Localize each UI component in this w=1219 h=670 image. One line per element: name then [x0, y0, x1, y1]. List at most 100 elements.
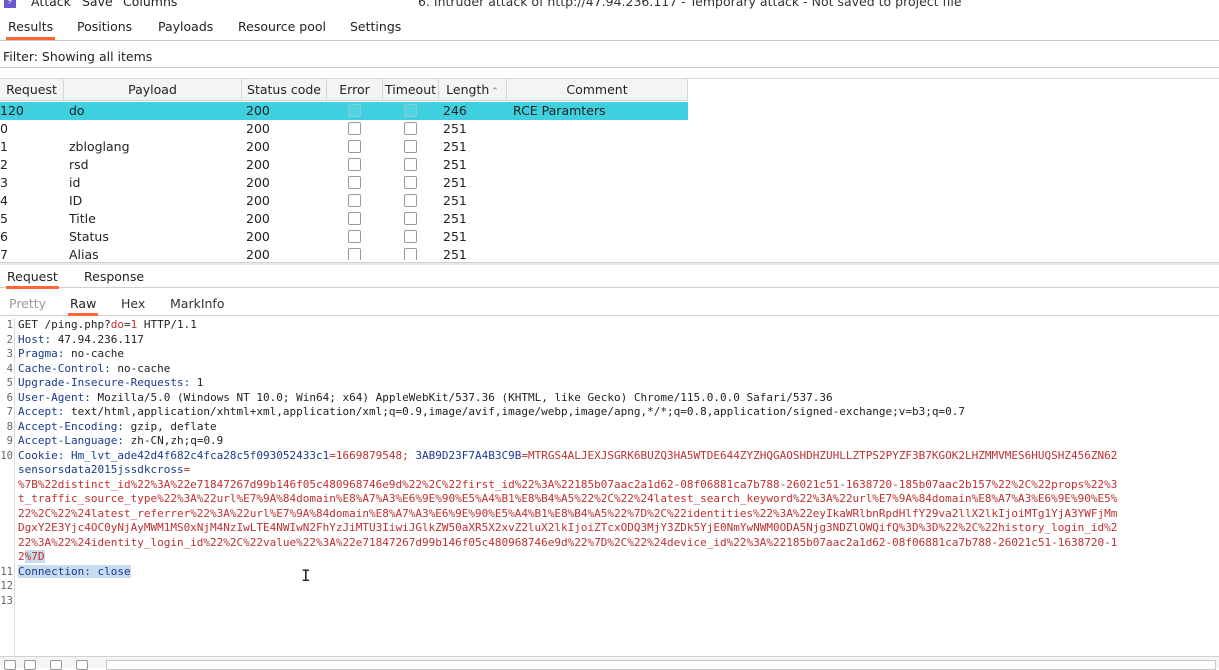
header-pragma[interactable]: Pragma: no-cache — [18, 347, 124, 362]
menu-save[interactable]: Save — [82, 0, 113, 9]
cell-length: 251 — [443, 247, 467, 260]
tab-payloads[interactable]: Payloads — [156, 19, 215, 34]
cookie-value: =1669879548; — [329, 448, 416, 462]
cell-payload: zbloglang — [69, 139, 130, 154]
tab-resource-pool[interactable]: Resource pool — [236, 19, 328, 34]
cookie-wrap-line[interactable]: %7B%22distinct_id%22%3A%22e71847267d99b1… — [18, 478, 1117, 493]
table-row[interactable]: 5 Title 200 251 — [0, 210, 688, 228]
header-connection[interactable]: Connection: close — [18, 564, 131, 580]
cell-request: 6 — [0, 229, 8, 244]
table-row[interactable]: 4 ID 200 251 — [0, 192, 688, 210]
next-arrow-icon[interactable] — [76, 660, 88, 670]
cookie-name: sensorsdata2015jssdkcross — [18, 463, 184, 476]
request-response-tabs: Request Response — [0, 266, 1219, 289]
header-host[interactable]: Host: 47.94.236.117 — [18, 333, 144, 348]
cookie-wrap-line[interactable]: 2%7D — [18, 550, 45, 565]
main-tabs: Results Positions Payloads Resource pool… — [0, 15, 1219, 41]
line-number: 1 — [6, 319, 13, 331]
request-line[interactable]: GET /ping.php?do=1 HTTP/1.1 — [18, 318, 197, 333]
cell-payload: rsd — [69, 157, 89, 172]
line-number: 7 — [6, 406, 13, 418]
menu-columns[interactable]: Columns — [123, 0, 177, 9]
line-number: 13 — [0, 594, 13, 607]
settings-gear-icon[interactable] — [4, 660, 16, 670]
cell-length: 251 — [443, 157, 467, 172]
cell-length: 251 — [443, 211, 467, 226]
cell-status-code: 200 — [246, 157, 270, 172]
pane-splitter[interactable] — [0, 262, 1219, 265]
error-checkbox — [348, 104, 361, 117]
cookie-wrap-line[interactable]: t_traffic_source_type%22%3A%22url%E7%9A%… — [18, 492, 1117, 507]
cell-payload: Title — [69, 211, 96, 226]
header-accept-encoding[interactable]: Accept-Encoding: gzip, deflate — [18, 420, 217, 435]
line-number: 10 — [0, 449, 13, 462]
header-upgrade-insecure[interactable]: Upgrade-Insecure-Requests: 1 — [18, 376, 203, 391]
cell-request: 7 — [0, 247, 8, 260]
request-editor[interactable]: 1 2 3 4 5 6 7 8 9 10 11 12 13 GET /ping.php?do=1 HTT… — [0, 318, 1219, 656]
cookie-wrap-line[interactable]: 22%2C%22%24latest_referrer%22%3A%22url%E… — [18, 507, 1117, 522]
header-user-agent[interactable]: User-Agent: Mozilla/5.0 (Windows NT 10.0… — [18, 391, 833, 406]
table-header: Request Payload Status code Error Timeou… — [0, 79, 688, 101]
header-key: Accept-Language: — [18, 434, 124, 447]
table-row[interactable]: 0 200 251 — [0, 120, 688, 138]
previous-arrow-icon[interactable] — [50, 660, 62, 670]
tab-hex[interactable]: Hex — [119, 296, 147, 313]
col-error[interactable]: Error — [327, 79, 383, 101]
header-accept[interactable]: Accept: text/html,application/xhtml+xml,… — [18, 405, 965, 420]
tab-pretty[interactable]: Pretty — [7, 296, 48, 313]
menu-attack[interactable]: Attack — [31, 0, 71, 9]
search-input[interactable] — [106, 660, 1216, 670]
header-accept-language[interactable]: Accept-Language: zh-CN,zh;q=0.9 — [18, 434, 223, 449]
col-status-code[interactable]: Status code — [242, 79, 327, 101]
col-length-label: Length — [446, 82, 490, 97]
filter-bar[interactable]: Filter: Showing all items — [0, 44, 1219, 68]
header-cookie[interactable]: Cookie: Hm_lvt_ade42d4f682c4fca28c5f0930… — [18, 449, 1117, 464]
col-timeout[interactable]: Timeout — [383, 79, 439, 101]
tab-settings[interactable]: Settings — [348, 19, 403, 34]
table-row[interactable]: 1 zbloglang 200 251 — [0, 138, 688, 156]
cell-payload: ID — [69, 193, 83, 208]
cookie-value: =MTRGS4ALJEXJSGRK6BUZQ3HA5WTDE644ZYZHQGA… — [521, 448, 1118, 462]
table-row[interactable]: 2 rsd 200 251 — [0, 156, 688, 174]
tab-results[interactable]: Results — [6, 19, 56, 40]
line-number: 2 — [6, 333, 13, 346]
table-row[interactable]: 6 Status 200 251 — [0, 228, 688, 246]
tab-raw[interactable]: Raw — [68, 296, 99, 316]
cell-status-code: 200 — [246, 121, 270, 136]
cookie-wrap-line[interactable]: DgxY2E3Yjc4OC0yNjAyMWM1MS0xNjM4NzIwLTE4N… — [18, 521, 1117, 536]
header-cache-control[interactable]: Cache-Control: no-cache — [18, 362, 170, 377]
cell-length: 251 — [443, 175, 467, 190]
table-row[interactable]: 120 do 200 246 RCE Paramters — [0, 102, 688, 120]
header-key: Accept: — [18, 405, 65, 418]
cookie-wrap-line[interactable]: 22%3A%22%24identity_login_id%22%2C%22val… — [18, 536, 1117, 551]
cell-request: 0 — [0, 121, 8, 136]
header-key: Pragma: — [18, 347, 65, 360]
cell-payload: do — [69, 103, 85, 118]
col-payload[interactable]: Payload — [64, 79, 242, 101]
tab-request[interactable]: Request — [6, 269, 59, 289]
cell-request: 3 — [0, 175, 8, 190]
timeout-checkbox — [404, 104, 417, 117]
help-icon[interactable] — [24, 660, 36, 670]
cookie-wrap-line[interactable]: sensorsdata2015jssdkcross= — [18, 463, 190, 478]
tab-response[interactable]: Response — [83, 269, 145, 286]
tab-markinfo[interactable]: MarkInfo — [168, 296, 226, 313]
col-length[interactable]: Length ⌃ — [439, 79, 507, 101]
request-method-path: GET /ping.php? — [18, 318, 111, 331]
cell-length: 246 — [443, 103, 467, 118]
header-key: Cache-Control: — [18, 361, 111, 375]
col-request[interactable]: Request — [0, 79, 64, 101]
table-row[interactable]: 7 Alias 200 251 — [0, 246, 688, 260]
cell-length: 251 — [443, 121, 467, 136]
view-mode-tabs: Pretty Raw Hex MarkInfo — [0, 292, 1219, 316]
line-number: 9 — [6, 435, 13, 447]
timeout-checkbox — [404, 230, 417, 243]
header-value: no-cache — [110, 361, 171, 375]
cell-status-code: 200 — [246, 103, 270, 118]
tab-positions[interactable]: Positions — [75, 19, 134, 34]
cell-status-code: 200 — [246, 211, 270, 226]
col-comment[interactable]: Comment — [507, 79, 688, 101]
table-row[interactable]: 3 id 200 251 — [0, 174, 688, 192]
cell-length: 251 — [443, 193, 467, 208]
title-bar: ⚡ Attack Save Columns 6. Intruder attack… — [0, 0, 1219, 10]
